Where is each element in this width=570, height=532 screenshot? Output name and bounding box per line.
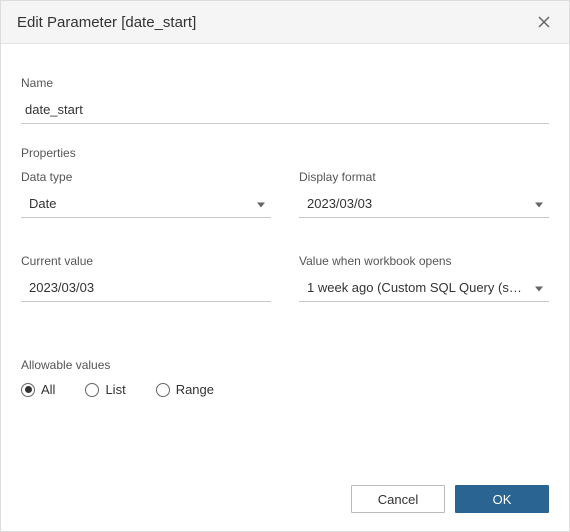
- close-button[interactable]: [535, 13, 553, 31]
- properties-row-2: Current value Value when workbook opens …: [21, 254, 549, 302]
- display-format-value: 2023/03/03: [307, 196, 372, 211]
- radio-icon: [156, 383, 170, 397]
- radio-icon: [21, 383, 35, 397]
- allowable-values-radios: All List Range: [21, 382, 549, 397]
- radio-label-all: All: [41, 382, 55, 397]
- radio-label-list: List: [105, 382, 125, 397]
- dialog-footer: Cancel OK: [1, 471, 569, 531]
- close-icon: [538, 16, 550, 28]
- value-when-open-select[interactable]: 1 week ago (Custom SQL Query (share)): [299, 274, 549, 302]
- display-format-label: Display format: [299, 170, 549, 184]
- allowable-radio-all[interactable]: All: [21, 382, 55, 397]
- dialog-title: Edit Parameter [date_start]: [17, 14, 196, 31]
- ok-button[interactable]: OK: [455, 485, 549, 513]
- edit-parameter-dialog: Edit Parameter [date_start] Name Propert…: [0, 0, 570, 532]
- radio-label-range: Range: [176, 382, 214, 397]
- name-group: Name: [21, 62, 549, 124]
- display-format-select[interactable]: 2023/03/03: [299, 190, 549, 218]
- radio-icon: [85, 383, 99, 397]
- value-when-open-label: Value when workbook opens: [299, 254, 549, 268]
- current-value-label: Current value: [21, 254, 271, 268]
- name-input[interactable]: [21, 96, 549, 124]
- dialog-titlebar: Edit Parameter [date_start]: [1, 1, 569, 44]
- allowable-radio-list[interactable]: List: [85, 382, 125, 397]
- allowable-radio-range[interactable]: Range: [156, 382, 214, 397]
- name-label: Name: [21, 76, 549, 90]
- data-type-label: Data type: [21, 170, 271, 184]
- data-type-value: Date: [29, 196, 56, 211]
- current-value-input[interactable]: [21, 274, 271, 302]
- dialog-body: Name Properties Data type Date Display f…: [1, 44, 569, 471]
- allowable-values-label: Allowable values: [21, 358, 549, 372]
- value-when-open-value: 1 week ago (Custom SQL Query (share)): [307, 280, 544, 295]
- cancel-button[interactable]: Cancel: [351, 485, 445, 513]
- properties-label: Properties: [21, 146, 549, 160]
- data-type-select[interactable]: Date: [21, 190, 271, 218]
- properties-row-1: Data type Date Display format 2023/03/03: [21, 170, 549, 218]
